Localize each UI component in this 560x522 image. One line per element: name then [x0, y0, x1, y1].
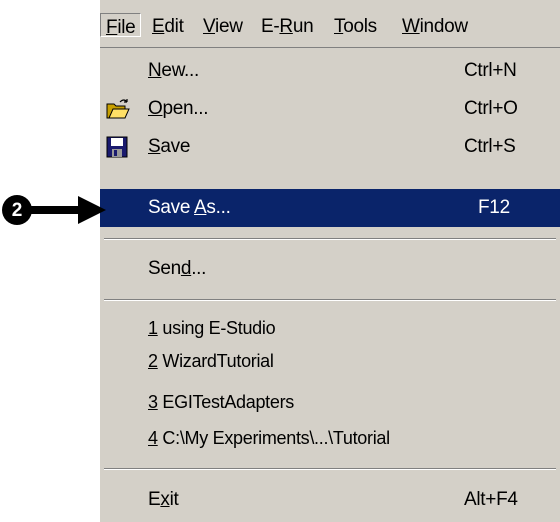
menu-tools[interactable]: Tools [329, 13, 382, 37]
menu-edit[interactable]: Edit [147, 13, 189, 37]
floppy-disk-icon [106, 136, 128, 158]
menu-e-run[interactable]: E-Run [256, 13, 318, 37]
menu-separator [104, 238, 556, 240]
callout-number: 2 [12, 200, 23, 221]
menu-view[interactable]: View [198, 13, 248, 37]
menu-item-label: Exit [148, 489, 179, 510]
recent-file-item[interactable]: 2 WizardTutorial [148, 351, 274, 372]
menu-item-label: Save As... [148, 197, 231, 218]
menu-file[interactable]: File [100, 13, 142, 38]
menu-window[interactable]: Window [397, 13, 473, 37]
shortcut-label: Ctrl+S [464, 136, 516, 157]
menu-item-label: New... [148, 60, 199, 81]
menu-item-label: Save [148, 136, 191, 157]
menu-item-label: Send... [148, 258, 207, 279]
shortcut-label: Alt+F4 [464, 489, 518, 510]
menu-item-label: Open... [148, 98, 209, 119]
menu-item-send[interactable]: Send... [100, 250, 560, 288]
menu-separator [104, 299, 556, 301]
shortcut-label: Ctrl+O [464, 98, 518, 119]
recent-file-item[interactable]: 3 EGITestAdapters [148, 392, 294, 413]
right-arrow-icon [30, 196, 106, 224]
recent-file-item[interactable]: 4 C:\My Experiments\...\Tutorial [148, 428, 390, 449]
menu-bar: File Edit View E-Run Tools Window [100, 0, 560, 48]
recent-file-item[interactable]: 1 using E-Studio [148, 318, 276, 339]
menu-item-new[interactable]: New... Ctrl+N [100, 52, 560, 90]
shortcut-label: F12 [478, 197, 510, 218]
callout-marker: 2 [2, 195, 106, 225]
menu-item-save-as[interactable]: Save As... F12 [100, 189, 560, 227]
menu-item-exit[interactable]: Exit Alt+F4 [100, 481, 560, 519]
menu-separator [104, 468, 556, 470]
shortcut-label: Ctrl+N [464, 60, 517, 81]
menu-item-open[interactable]: Open... Ctrl+O [100, 90, 560, 128]
open-folder-icon [106, 99, 130, 119]
menu-item-save[interactable]: Save Ctrl+S [100, 128, 560, 166]
file-menu-dropdown: New... Ctrl+N Open... Ctrl+O Save Ctrl+S… [100, 48, 560, 522]
